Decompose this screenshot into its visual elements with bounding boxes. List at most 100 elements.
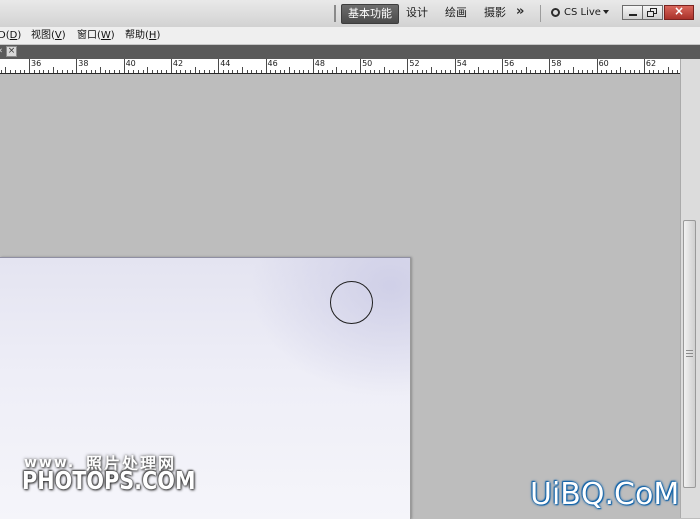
ruler-tick [643,59,645,73]
ruler-tick [549,59,551,73]
ruler-tick [487,70,489,73]
ruler-tick [289,67,291,73]
ruler-tick [147,67,149,73]
ruler-tick [284,70,286,73]
ruler-tick [450,70,451,73]
chevron-down-icon [602,10,609,14]
menu-item-help[interactable]: 帮助(H) [125,28,160,43]
ruler-tick [634,70,636,73]
tab-close-button[interactable]: × [6,46,17,57]
restore-button[interactable] [642,5,663,20]
ruler-tick [677,70,678,73]
ruler-tick [322,70,324,73]
brush-cursor-icon [330,281,373,324]
ruler-tick [279,70,281,73]
ruler-tick [658,70,660,73]
minimize-icon [629,14,637,16]
ruler-tick [14,70,16,73]
ruler-tick [38,70,40,73]
ruler-tick [516,70,518,73]
menu-item-view[interactable]: 视图(V) [31,28,66,43]
ruler-tick [497,70,499,73]
ruler-tick [393,70,395,73]
ruler-label: 48 [314,59,325,68]
cs-live-label: CS Live [564,7,601,18]
ruler-tick [563,70,565,73]
ruler-tick [270,70,272,73]
ruler-tick [544,70,546,73]
ruler-tick [71,70,73,73]
ruler-tick [293,70,295,73]
ruler-tick [606,70,608,73]
ruler-label: 50 [362,59,373,68]
ruler-tick [587,70,589,73]
ruler-tick [355,70,357,73]
ruler-tick [62,70,64,73]
ruler-tick [298,70,300,73]
close-icon: × [7,46,16,56]
ruler-tick [137,70,139,73]
ruler-tick [104,70,106,73]
ruler-tick [648,70,650,73]
ruler-tick [246,70,248,73]
ruler-tick [128,70,130,73]
ruler-tick [109,70,111,73]
ruler-tick [525,67,527,73]
ruler-tick [0,70,2,73]
ruler-label: 46 [267,59,278,68]
ruler-tick [265,59,267,73]
menu-item-d[interactable]: D(D) [0,28,21,43]
workspace-design-button[interactable]: 设计 [400,4,434,22]
ruler-tick [667,67,669,73]
ruler-tick [511,70,513,73]
ruler-tick [364,70,366,73]
workspace-essentials-button[interactable]: 基本功能 [341,4,399,24]
ruler-tick [431,67,432,73]
ruler-tick [227,70,229,73]
more-workspaces-icon[interactable]: » [516,4,524,19]
ruler-tick [142,70,144,73]
ruler-tick [256,70,257,73]
ruler-label: 40 [125,59,136,68]
ruler-tick [402,70,404,73]
ruler-tick [345,70,347,73]
ruler-tick [199,70,201,73]
ruler-tick [275,70,276,73]
workspace-painting-button[interactable]: 绘画 [439,4,473,22]
tab-scroll-left-icon[interactable]: « [0,46,3,56]
ruler-label: 58 [551,59,562,68]
ruler-tick [19,70,21,73]
ruler-tick [407,59,409,73]
ruler-tick [672,70,674,73]
ruler-tick [350,70,352,73]
ruler-tick [123,59,125,73]
ruler-tick [383,67,385,73]
ruler-tick [554,70,555,73]
ruler-tick [653,70,655,73]
ruler-tick [170,59,172,73]
cslive-separator [540,5,541,22]
ruler-tick [57,70,59,73]
horizontal-ruler[interactable]: 36 38 40 42 44 46 48 50 52 54 56 58 60 62 [0,59,680,74]
ruler-tick [506,70,508,73]
ruler-tick [435,70,437,73]
ruler-tick [360,59,362,73]
ruler-tick [222,70,224,73]
scroll-grip-icon [686,348,693,360]
ruler-tick [341,70,343,73]
ruler-tick [591,70,593,73]
minimize-button[interactable] [622,5,643,20]
ruler-tick [379,70,380,73]
ruler-tick [76,59,78,73]
ruler-tick [535,70,537,73]
cs-live-button[interactable]: CS Live [551,5,609,21]
menu-item-window[interactable]: 窗口(W) [77,28,115,43]
ruler-tick [166,70,168,73]
ruler-tick [596,59,598,73]
ruler-tick [24,70,26,73]
cs-live-icon [551,7,560,17]
ruler-tick [33,70,35,73]
ruler-tick [539,70,541,73]
close-window-button[interactable]: × [664,4,694,20]
workspace-photography-button[interactable]: 摄影 [478,4,512,22]
